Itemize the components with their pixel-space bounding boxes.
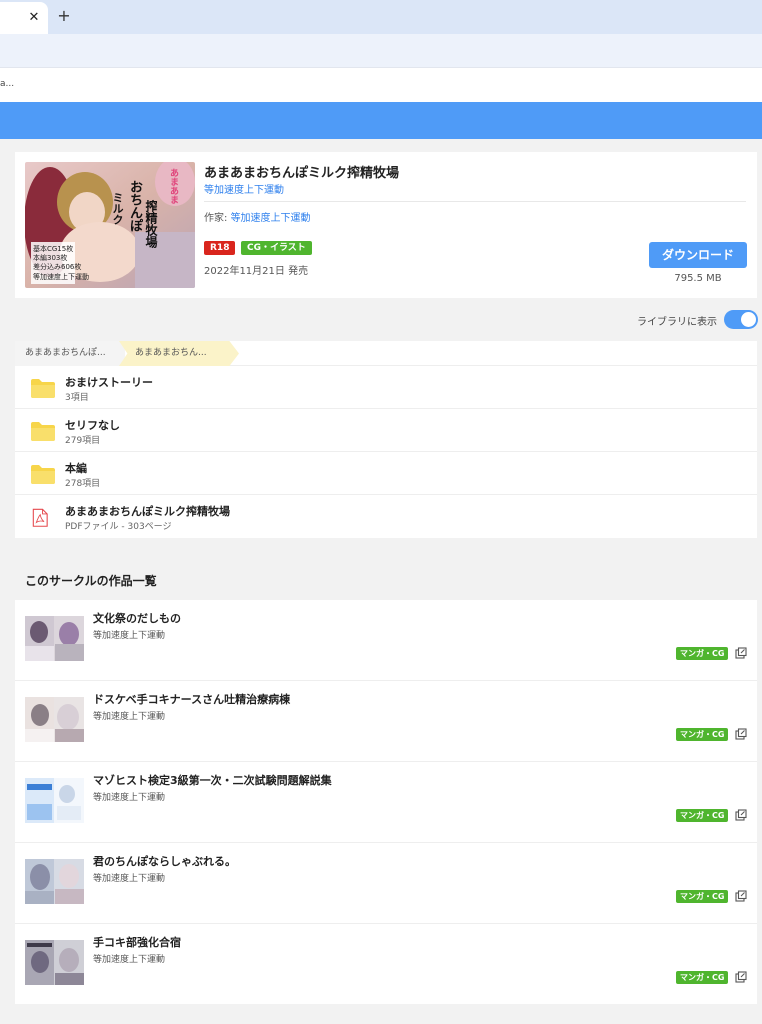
site-header [0,102,762,139]
browser-tab[interactable]: ✕ [0,2,48,34]
external-link-icon[interactable] [735,809,747,821]
work-circle: 等加速度上下運動 [93,631,166,641]
file-meta: 278項目 [65,479,101,489]
work-circle: 等加速度上下運動 [93,874,166,884]
file-name: おまけストーリー [65,376,153,389]
file-meta: 3項目 [65,393,89,403]
product-cover-image: おちんぽ 搾精牧場 ミルク あまあま 基本CG15枚 本編303枚 差分込み60… [25,162,195,288]
work-title[interactable]: 手コキ部強化合宿 [93,934,181,950]
circle-link[interactable]: 等加速度上下運動 [204,181,284,196]
external-link-icon[interactable] [735,971,747,983]
work-thumbnail[interactable] [25,940,84,985]
rating-badge: R18 [204,241,236,255]
work-item[interactable]: 君のちんぽならしゃぶれる。 等加速度上下運動 マンガ・CG [15,843,757,924]
author-link[interactable]: 等加速度上下運動 [231,213,311,224]
genre-badge: CG・イラスト [241,241,312,255]
divider [204,201,746,202]
new-tab-button[interactable]: + [56,7,72,25]
cover-text: おちんぽ [127,180,142,232]
work-genre-tag: マンガ・CG [676,647,729,660]
library-toggle[interactable] [724,310,758,329]
work-thumbnail[interactable] [25,616,84,661]
folder-icon [31,422,55,441]
cover-text: あまあま [168,168,178,204]
pdf-icon [32,508,48,527]
close-tab-icon[interactable]: ✕ [26,10,42,26]
cover-text: 差分込み606枚 [33,263,82,271]
work-title[interactable]: ドスケベ手コキナースさん吐精治療病棟 [93,691,290,707]
file-size: 795.5 MB [674,273,722,284]
work-item[interactable]: 文化祭のだしもの 等加速度上下運動 マンガ・CG [15,600,757,681]
file-name: あまあまおちんぽミルク搾精牧場 [65,505,230,518]
work-item[interactable]: ドスケベ手コキナースさん吐精治療病棟 等加速度上下運動 マンガ・CG [15,681,757,762]
work-item[interactable]: マゾヒスト検定3級第一次・二次試験問題解説集 等加速度上下運動 マンガ・CG [15,762,757,843]
bookmark-item[interactable]: a... [0,79,14,89]
work-circle: 等加速度上下運動 [93,793,166,803]
work-genre-tag: マンガ・CG [676,890,729,903]
download-button[interactable]: ダウンロード [649,242,747,268]
work-title[interactable]: 君のちんぽならしゃぶれる。 [93,853,236,869]
circle-works-list: 文化祭のだしもの 等加速度上下運動 マンガ・CG ドスケベ手コキナースさん吐精治… [15,600,757,1004]
file-row[interactable]: 本編 278項目 [15,452,757,495]
work-genre-tag: マンガ・CG [676,809,729,822]
cover-text: ミルク [111,192,124,225]
cover-text: 搾精牧場 [144,200,158,248]
work-item[interactable]: 手コキ部強化合宿 等加速度上下運動 マンガ・CG [15,924,757,1005]
cover-text: 等加速度上下運動 [33,273,89,281]
bookmarks-bar: a... [0,68,762,102]
breadcrumb-item[interactable]: あまあまおちんぽ... [15,341,125,366]
browser-tab-bar: ✕ + [0,0,762,34]
breadcrumb: あまあまおちんぽ... あまあまおちん... [15,341,757,366]
library-toggle-label: ライブラリに表示 [637,317,717,328]
release-date: 2022年11月21日 発売 [204,266,309,277]
work-title[interactable]: 文化祭のだしもの [93,610,181,626]
work-thumbnail[interactable] [25,778,84,823]
file-browser: あまあまおちんぽ... あまあまおちん... おまけストーリー 3項目 セリフな… [15,341,757,538]
file-meta: PDFファイル - 303ページ [65,522,172,532]
product-card: おちんぽ 搾精牧場 ミルク あまあま 基本CG15枚 本編303枚 差分込み60… [15,152,757,298]
author-line: 作家: 等加速度上下運動 [204,209,311,224]
address-bar[interactable] [0,34,762,68]
author-label: 作家: [204,213,231,224]
section-title: このサークルの作品一覧 [25,574,157,588]
product-title: あまあまおちんぽミルク搾精牧場 [204,166,400,181]
work-title[interactable]: マゾヒスト検定3級第一次・二次試験問題解説集 [93,772,332,788]
work-genre-tag: マンガ・CG [676,971,729,984]
work-circle: 等加速度上下運動 [93,712,166,722]
file-row[interactable]: あまあまおちんぽミルク搾精牧場 PDFファイル - 303ページ [15,495,757,538]
work-thumbnail[interactable] [25,859,84,904]
folder-icon [31,465,55,484]
work-thumbnail[interactable] [25,697,84,742]
work-circle: 等加速度上下運動 [93,955,166,965]
file-name: 本編 [65,462,87,475]
toggle-knob [741,312,756,327]
external-link-icon[interactable] [735,728,747,740]
breadcrumb-item-current[interactable]: あまあまおちん... [119,341,239,366]
file-meta: 279項目 [65,436,101,446]
folder-icon [31,379,55,398]
file-row[interactable]: セリフなし 279項目 [15,409,757,452]
file-row[interactable]: おまけストーリー 3項目 [15,366,757,409]
external-link-icon[interactable] [735,647,747,659]
external-link-icon[interactable] [735,890,747,902]
work-genre-tag: マンガ・CG [676,728,729,741]
file-name: セリフなし [65,419,120,432]
